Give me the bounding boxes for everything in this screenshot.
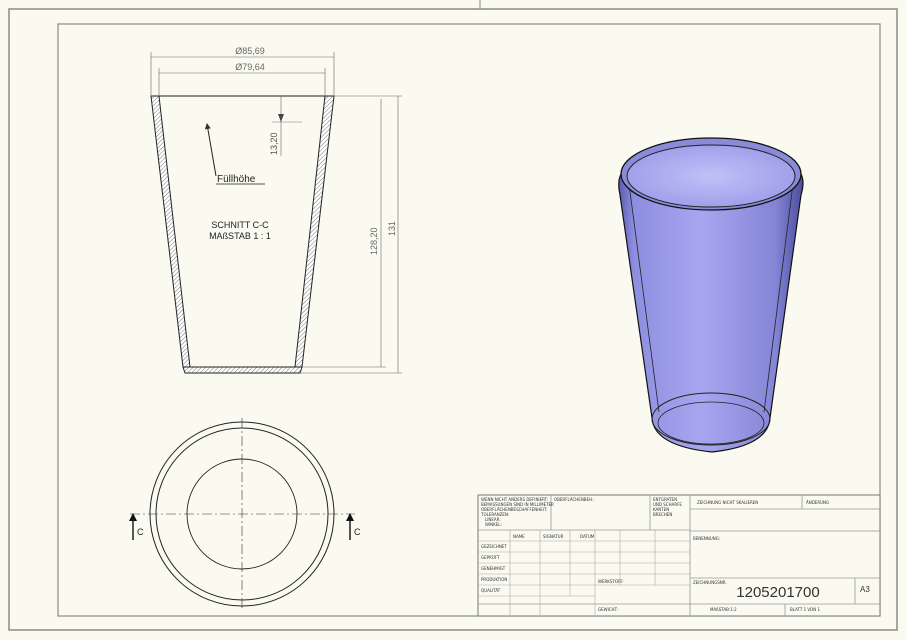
tb-revision: ÄNDERUNG — [806, 500, 829, 505]
tb-deburr-4: BRECHEN — [653, 512, 672, 517]
drawing-sheet: Ø85,69 Ø79,64 13,20 Füllhöhe SCHNITT C-C… — [0, 0, 906, 640]
dim-inner-height: 128,20 — [369, 227, 379, 255]
tb-col-sign: SIGNATUR — [543, 534, 564, 539]
tb-col-name: NAME — [513, 534, 525, 539]
tb-row-quality: QUALITÄT — [481, 588, 501, 593]
title-block: WENN NICHT ANDERS DEFINIERT: BEMASSUNGEN… — [477, 494, 881, 617]
tb-row-production: PRODUKTION — [481, 577, 507, 582]
tb-note-6: WINKEL: — [485, 522, 502, 527]
dim-fill-offset: 13,20 — [269, 132, 279, 155]
tb-finish: OBERFLÄCHENBEH.: — [554, 497, 595, 502]
cut-label-left: C — [137, 527, 144, 537]
dim-outer-diameter: Ø85,69 — [235, 46, 265, 56]
glass-rim-inner — [626, 144, 796, 208]
tb-row-drawn: GEZEICHNET — [481, 544, 507, 549]
tb-row-approved: GENEHMIGT — [481, 566, 506, 571]
tb-weight: GEWICHT: — [598, 607, 618, 612]
tb-format: A3 — [860, 585, 870, 594]
tb-col-date: DATUM — [580, 534, 595, 539]
section-bottom — [182, 366, 303, 374]
tb-benennung: BENENNUNG: — [693, 536, 720, 541]
fill-label: Füllhöhe — [217, 174, 256, 185]
tb-no-scale: ZEICHNUNG NICHT SKALIEREN — [697, 500, 758, 505]
tb-scale: MAßSTAB:1:2 — [710, 607, 737, 612]
tb-material: WERKSTOFF: — [598, 579, 624, 584]
tb-drawing-number: 1205201700 — [736, 584, 819, 601]
cut-label-right: C — [354, 527, 361, 537]
dim-total-height: 131 — [387, 221, 397, 236]
tb-sheet: BLATT 1 VON 1 — [790, 607, 820, 612]
tb-drawing-no-label: ZEICHNUNGSNR. — [693, 580, 727, 585]
section-scale: MAßSTAB 1 : 1 — [209, 231, 271, 241]
dim-inner-diameter: Ø79,64 — [235, 62, 265, 72]
tb-row-checked: GEPRÜFT — [481, 555, 500, 560]
section-title: SCHNITT C-C — [211, 220, 269, 230]
